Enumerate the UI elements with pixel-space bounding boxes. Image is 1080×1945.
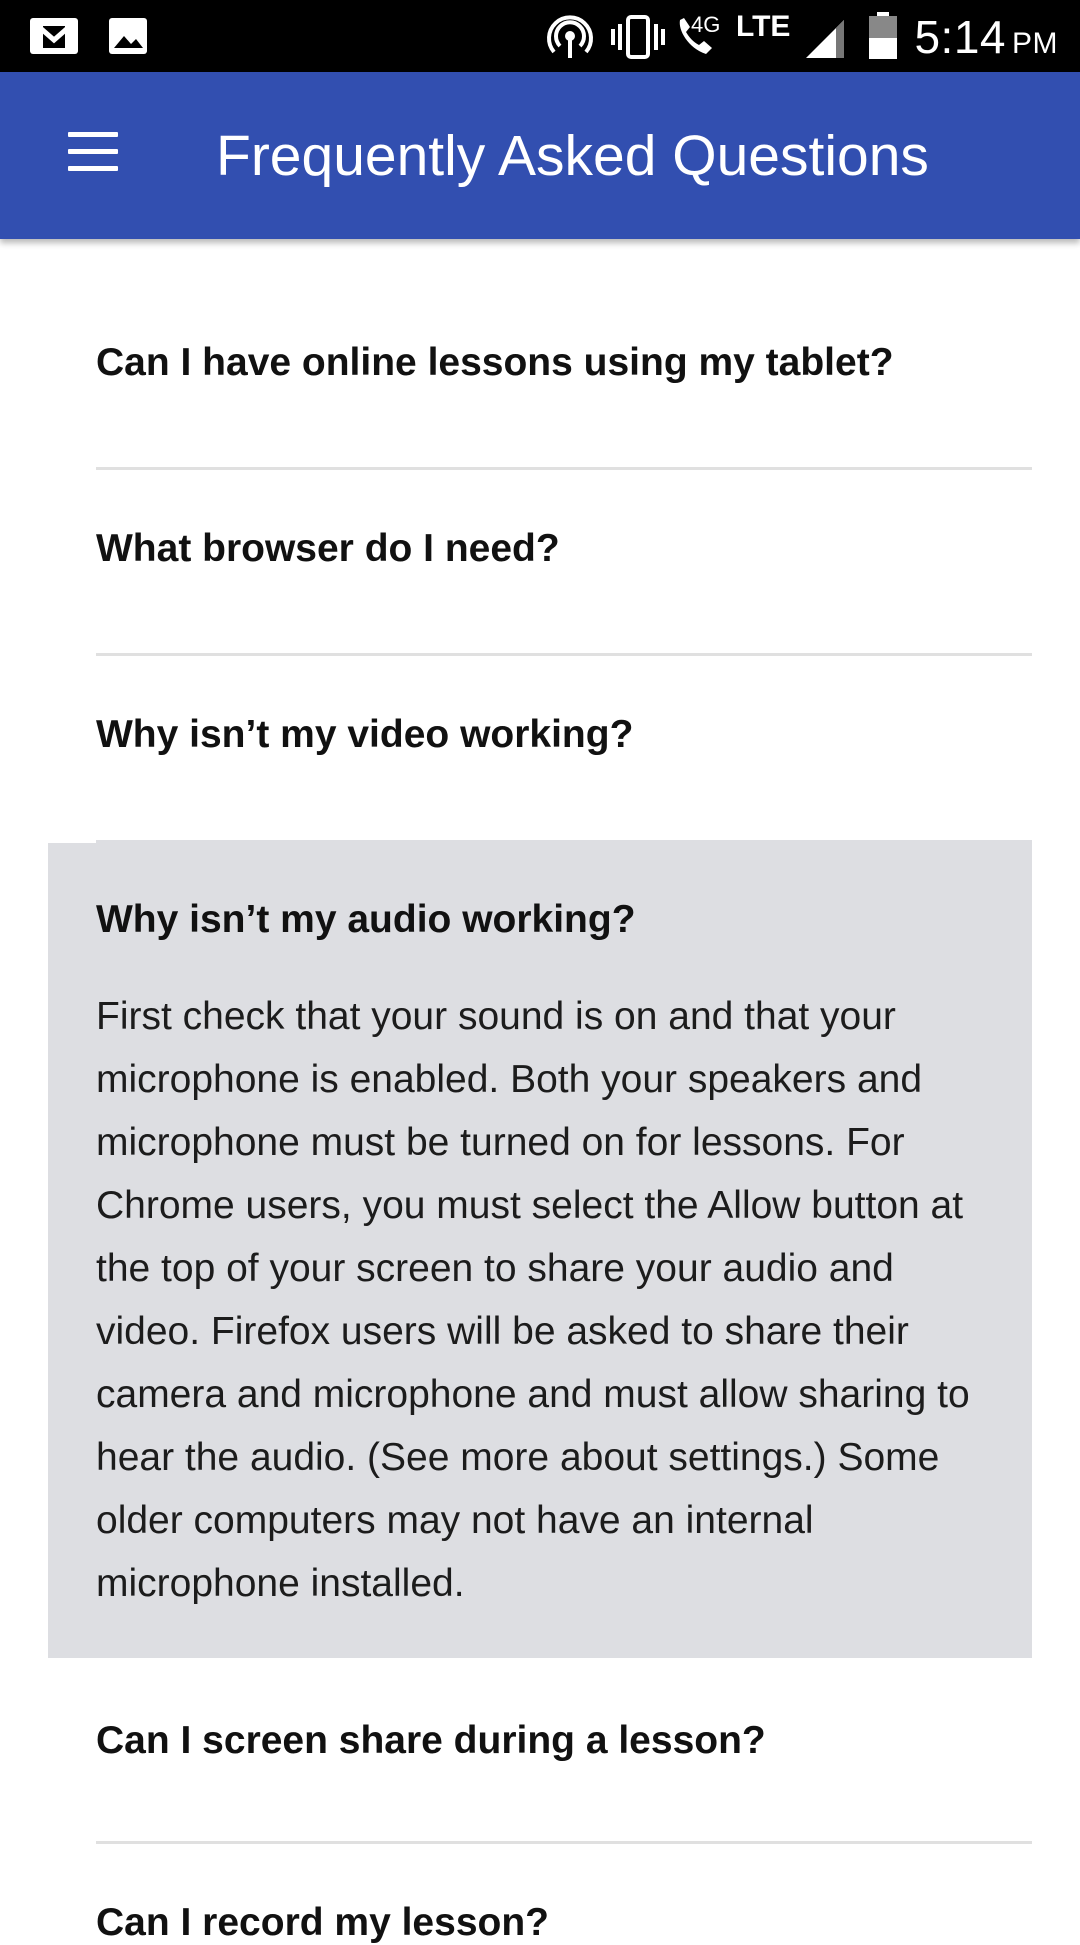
app-bar: Frequently Asked Questions <box>0 72 1080 239</box>
divider <box>96 1841 1032 1844</box>
faq-question: Can I have online lessons using my table… <box>96 341 894 384</box>
faq-question: Why isn’t my video working? <box>96 713 634 756</box>
gmail-icon <box>30 18 78 54</box>
hamburger-menu-icon[interactable] <box>62 128 122 178</box>
faq-item-record[interactable]: Can I record my lesson? <box>96 1901 1032 1945</box>
status-bar: 4G LTE 5:14 PM <box>0 0 1080 72</box>
faq-question: Can I record my lesson? <box>96 1901 549 1944</box>
faq-item-browser[interactable]: What browser do I need? <box>96 527 1032 571</box>
faq-question: Why isn’t my audio working? <box>96 898 636 941</box>
image-icon <box>109 18 147 54</box>
hotspot-icon <box>547 15 593 58</box>
faq-item-audio-expanded[interactable]: Why isn’t my audio working? First check … <box>48 840 1032 1658</box>
ampm-text: PM <box>1012 27 1058 60</box>
divider <box>96 467 1032 470</box>
network-gen-label: 4G <box>691 12 721 37</box>
faq-item-screen-share[interactable]: Can I screen share during a lesson? <box>96 1719 1032 1763</box>
faq-question: What browser do I need? <box>96 527 560 570</box>
divider <box>96 653 1032 656</box>
expanded-notch <box>48 840 96 843</box>
signal-icon <box>806 20 844 58</box>
battery-icon <box>869 12 897 59</box>
faq-question: Can I screen share during a lesson? <box>96 1719 766 1762</box>
faq-item-tablet[interactable]: Can I have online lessons using my table… <box>96 341 1032 385</box>
status-time: 5:14 PM <box>914 10 1058 64</box>
time-text: 5:14 <box>914 11 1006 63</box>
network-type-label: LTE <box>736 10 791 43</box>
page-title: Frequently Asked Questions <box>216 124 929 188</box>
faq-answer: First check that your sound is on and th… <box>96 995 970 1605</box>
faq-item-video[interactable]: Why isn’t my video working? <box>96 713 1032 757</box>
vibrate-icon <box>611 15 665 59</box>
